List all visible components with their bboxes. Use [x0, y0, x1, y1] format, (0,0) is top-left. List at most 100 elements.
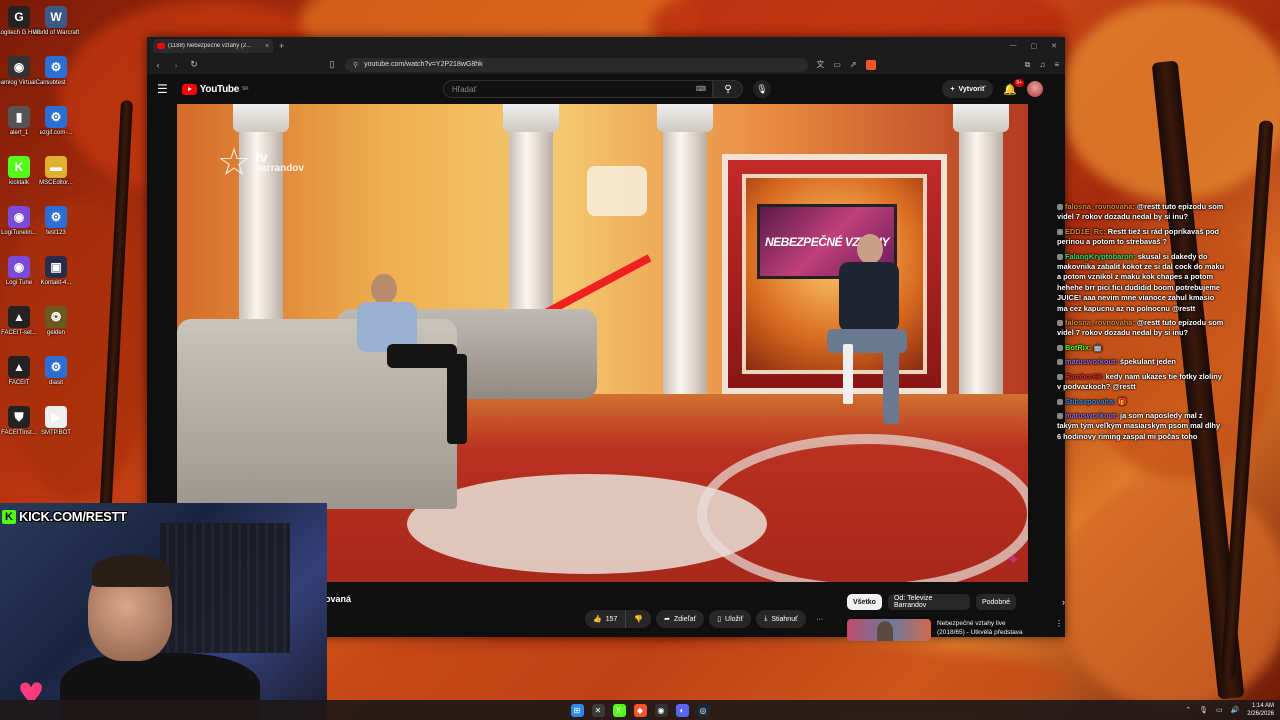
- brave-shields-icon[interactable]: [865, 59, 876, 70]
- browser-tab-youtube[interactable]: (1188) Nebezpečné vztahy (2... ×: [153, 39, 273, 53]
- chat-username[interactable]: EDD1E_Rc:: [1065, 227, 1106, 236]
- start-icon[interactable]: ⊞: [570, 703, 584, 717]
- bookmark-icon[interactable]: ▯: [327, 59, 337, 70]
- maximize-button[interactable]: ▢: [1031, 42, 1038, 50]
- chips-next-icon[interactable]: ›: [1062, 597, 1065, 607]
- minimize-button[interactable]: —: [1010, 42, 1017, 50]
- reload-icon[interactable]: ↻: [189, 59, 199, 70]
- close-window-button[interactable]: ✕: [1051, 42, 1057, 50]
- kick-logo-icon: K: [2, 509, 16, 524]
- desktop-icon[interactable]: Kkicktalk: [0, 156, 38, 187]
- desktop-icon[interactable]: ▲ FACEIT: [0, 356, 38, 387]
- xbox-icon[interactable]: ✕: [591, 703, 605, 717]
- desktop-icon[interactable]: ⛊ FACEITInst...: [0, 406, 38, 437]
- url-field[interactable]: ⚲ youtube.com/watch?v=Y2P218wG8hk: [345, 57, 809, 72]
- search-button[interactable]: ⚲: [713, 80, 743, 98]
- back-icon[interactable]: ‹: [153, 60, 163, 70]
- chat-username[interactable]: Rambor69:: [1065, 372, 1104, 381]
- steam-icon[interactable]: ◎: [696, 703, 710, 717]
- chat-username[interactable]: matusworkout:: [1065, 411, 1118, 420]
- menu-icon[interactable]: ≡: [1054, 60, 1059, 69]
- desktop-icon[interactable]: ▶ SMTP.BOT: [37, 406, 75, 437]
- dislike-button[interactable]: 👎: [626, 610, 651, 628]
- recommended-video[interactable]: Nebezpečné vztahy live (2018/65) - Utkvě…: [847, 619, 1063, 641]
- like-button[interactable]: 👍 157: [585, 610, 627, 628]
- discord-icon[interactable]: ◐: [675, 703, 689, 717]
- more-actions-button[interactable]: ···: [811, 610, 829, 628]
- recommended-title: Nebezpečné vztahy live (2018/65) - Utkvě…: [937, 619, 1045, 641]
- notification-badge: 9+: [1014, 78, 1024, 87]
- share-button[interactable]: ➦ Zdieľať: [656, 610, 705, 628]
- chat-username[interactable]: FalangKryptobaron:: [1065, 252, 1136, 261]
- logo-channel-name: barrandov: [255, 163, 304, 174]
- tab-close-icon[interactable]: ×: [265, 43, 269, 50]
- desktop-icon[interactable]: ❂ gelden: [37, 306, 75, 337]
- chat-username[interactable]: Stibaxpovaha:: [1065, 397, 1116, 406]
- create-button[interactable]: + Vytvoriť: [942, 80, 994, 98]
- new-tab-button[interactable]: +: [279, 41, 284, 51]
- thumbs-up-icon: 👍: [593, 616, 602, 623]
- header-actions: + Vytvoriť 🔔 9+: [942, 78, 1043, 98]
- desktop-icon-label: kicktalk: [9, 180, 29, 186]
- obs-icon[interactable]: ◉: [654, 703, 668, 717]
- desktop-icon[interactable]: ⚙ subtest: [37, 56, 75, 87]
- forward-icon[interactable]: ›: [171, 60, 181, 70]
- search-input[interactable]: Hľadať ⌨: [443, 80, 713, 98]
- brave-icon[interactable]: ◆: [633, 703, 647, 717]
- desktop-icon[interactable]: W World of Warcraft: [33, 6, 79, 37]
- kick-app-icon[interactable]: K: [612, 703, 626, 717]
- voice-search-button[interactable]: 🎙: [753, 80, 771, 98]
- youtube-play-icon: [181, 83, 197, 95]
- media-icon[interactable]: ♫: [1039, 60, 1045, 69]
- avatar[interactable]: [1027, 81, 1043, 97]
- chat-username[interactable]: matusworkout:: [1065, 357, 1118, 366]
- desktop-icon[interactable]: ▬ MSCEditor...: [37, 156, 75, 187]
- chat-username[interactable]: falosna_rovnovaha:: [1065, 318, 1135, 327]
- site-info-icon[interactable]: ⚲: [353, 61, 358, 69]
- youtube-logo[interactable]: YouTube SK: [181, 83, 249, 95]
- related-filter-chips: Všetko Od: Televize Barrandov Podobné ›: [847, 594, 1065, 610]
- user-badge-icon: [1057, 320, 1063, 327]
- cast-icon[interactable]: ▭: [833, 60, 841, 69]
- chat-username[interactable]: falosna_rovnovaha:: [1065, 202, 1135, 211]
- keyboard-icon[interactable]: ⌨: [696, 85, 706, 93]
- app-icon: ▮: [8, 106, 30, 128]
- network-icon[interactable]: ▭: [1216, 706, 1223, 714]
- desktop-icon[interactable]: ◉Streamlog VirtualCam: [0, 56, 48, 87]
- chat-message: falosna_rovnovaha: @restt tuto epizodu s…: [1057, 318, 1225, 339]
- url-text: youtube.com/watch?v=Y2P218wG8hk: [364, 61, 483, 68]
- like-dislike-group: 👍 157 👎: [585, 610, 652, 628]
- more-icon: ···: [816, 615, 824, 623]
- desktop-icon[interactable]: ⚙ diasit: [37, 356, 75, 387]
- recommended-more-icon[interactable]: ⋮: [1055, 619, 1063, 641]
- host-figure: [827, 234, 907, 434]
- extensions-icon[interactable]: ⧉: [1025, 60, 1031, 70]
- video-thumbnail[interactable]: [847, 619, 931, 641]
- hamburger-menu-icon[interactable]: ☰: [157, 82, 168, 96]
- desktop-icon[interactable]: ◉ Logi Tune: [0, 256, 38, 287]
- desktop-icon[interactable]: ▮ alert_1: [0, 106, 38, 137]
- mic-tray-icon[interactable]: 🎙: [1199, 706, 1208, 714]
- desktop-icon[interactable]: ◉ LogiTunelin...: [0, 206, 38, 237]
- notifications-button[interactable]: 🔔 9+: [1003, 78, 1024, 96]
- chat-message: Stibaxpovaha: 🎁: [1057, 397, 1225, 407]
- translate-icon[interactable]: 文: [816, 59, 824, 70]
- desktop-icon[interactable]: ⚙ test123: [37, 206, 75, 237]
- chip-similar[interactable]: Podobné: [975, 594, 1016, 610]
- chat-username[interactable]: BotRix:: [1065, 343, 1091, 352]
- tray-chevron-icon[interactable]: ⌃: [1185, 706, 1191, 714]
- download-button[interactable]: ⤓ Stiahnuť: [756, 610, 806, 628]
- desktop-icon[interactable]: ▣ Kontakt-4...: [37, 256, 75, 287]
- clock[interactable]: 1:14 AM 2/26/2026: [1247, 702, 1274, 718]
- chat-message: matusworkout: špekulant jeden: [1057, 357, 1225, 367]
- youtube-wordmark: YouTube: [199, 83, 240, 95]
- user-badge-icon: [1057, 359, 1063, 366]
- share-page-icon[interactable]: ⇗: [850, 60, 857, 69]
- save-button[interactable]: ▯ Uložiť: [709, 610, 752, 628]
- desktop-icon[interactable]: ▲ FACEIT-set...: [0, 306, 38, 337]
- app-icon: ⚙: [45, 206, 67, 228]
- desktop-icon[interactable]: ⚙ ezgif.com-...: [37, 106, 75, 137]
- chip-all[interactable]: Všetko: [847, 594, 882, 610]
- chip-from-channel[interactable]: Od: Televize Barrandov: [887, 594, 970, 610]
- volume-icon[interactable]: 🔊: [1231, 706, 1240, 714]
